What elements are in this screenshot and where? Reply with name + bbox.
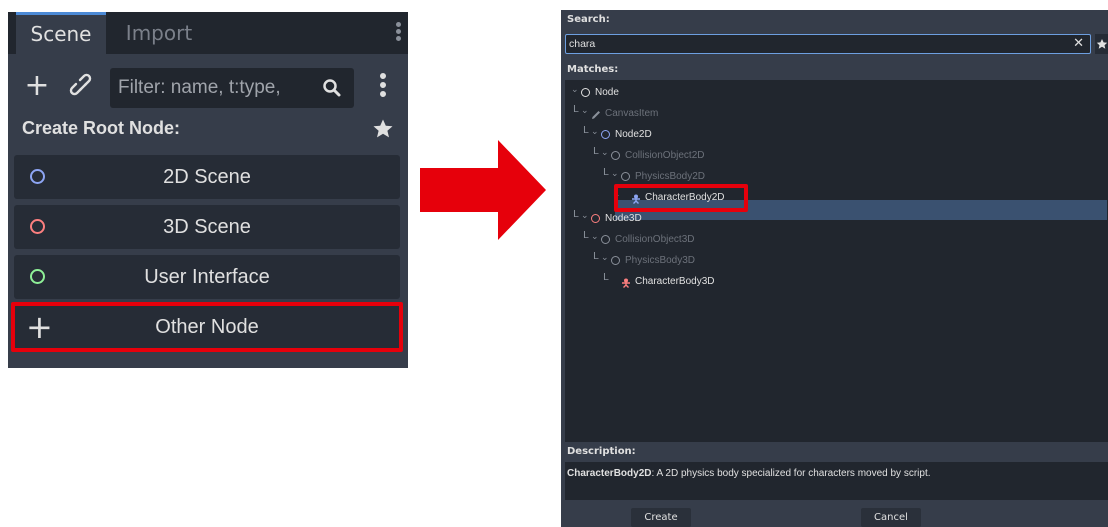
create-button[interactable]: Create — [631, 508, 691, 527]
add-node-button[interactable]: + — [22, 70, 52, 104]
tree-guide-line: L — [603, 272, 609, 283]
dock-tab-bar: Scene Import — [8, 12, 408, 54]
search-label: Search: — [567, 14, 610, 25]
tree-item-physicsbody2d[interactable]: L ⌄ PhysicsBody2D — [565, 167, 1105, 187]
tree-guide-line: L — [573, 104, 579, 115]
description-node-name: CharacterBody2D — [567, 468, 652, 479]
favorites-star-icon[interactable] — [372, 118, 394, 140]
tree-item-node3d[interactable]: L ⌄ Node3D — [565, 209, 1105, 229]
tree-item-label: Node2D — [615, 129, 652, 140]
character-body-icon — [631, 192, 641, 204]
search-field[interactable]: ✕ — [565, 34, 1091, 54]
description-label: Description: — [567, 446, 636, 457]
node-circle-icon — [621, 172, 630, 181]
tree-item-label: Node — [595, 87, 619, 98]
tree-guide-line: L — [593, 251, 599, 262]
tree-item-node[interactable]: ⌄ Node — [565, 83, 1105, 103]
tree-item-canvasitem[interactable]: L ⌄ CanvasItem — [565, 104, 1105, 124]
scene-toolbar: + — [8, 64, 408, 110]
right-arrow-icon — [420, 140, 546, 240]
clear-icon[interactable]: ✕ — [1073, 36, 1084, 52]
3d-scene-button[interactable]: 3D Scene — [14, 205, 400, 249]
chevron-down-icon[interactable]: ⌄ — [601, 143, 609, 163]
create-root-node-label: Create Root Node: — [22, 118, 181, 138]
chevron-down-icon[interactable]: ⌄ — [591, 122, 599, 142]
pencil-icon — [591, 108, 601, 119]
tree-item-label: CollisionObject3D — [615, 234, 695, 245]
tree-item-label: CharacterBody3D — [635, 276, 715, 287]
chevron-down-icon[interactable]: ⌄ — [601, 248, 609, 268]
scene-dock: Scene Import + Filter: name, t:type, Cre… — [8, 12, 408, 368]
character-body-icon — [621, 276, 631, 288]
matches-label: Matches: — [567, 64, 619, 75]
tree-guide-line: L — [613, 188, 619, 199]
node-tree: ⌄ Node L ⌄ CanvasItem L ⌄ Node2D L ⌄ CollisionObje… — [565, 80, 1108, 442]
create-node-dialog: Search: ✕ Matches: ⌄NodeL⌄CanvasItemL⌄No… — [561, 10, 1108, 527]
other-node-label: Other Node — [155, 316, 259, 338]
cancel-button[interactable]: Cancel — [861, 508, 921, 527]
tree-item-label: PhysicsBody2D — [635, 171, 706, 182]
chevron-down-icon[interactable]: ⌄ — [581, 206, 589, 226]
other-node-button[interactable]: + Other Node — [14, 305, 400, 349]
link-icon[interactable] — [68, 72, 98, 102]
node-circle-icon — [601, 235, 610, 244]
chevron-down-icon[interactable]: ⌄ — [571, 80, 579, 100]
scene-menu-icon[interactable] — [378, 70, 388, 104]
tree-item-label: CanvasItem — [605, 108, 659, 119]
node-circle-icon — [601, 130, 610, 139]
2d-scene-label: 2D Scene — [163, 166, 251, 188]
description-body: : A 2D physics body specialized for char… — [651, 468, 931, 479]
tree-item-label: Node3D — [605, 213, 642, 224]
chevron-down-icon[interactable]: ⌄ — [611, 164, 619, 184]
tree-item-node2d[interactable]: L ⌄ Node2D — [565, 125, 1105, 145]
filter-input[interactable] — [118, 68, 308, 108]
search-icon — [322, 78, 342, 98]
favorite-star-icon[interactable] — [1095, 34, 1108, 54]
tree-guide-line: L — [583, 125, 589, 136]
tab-scene[interactable]: Scene — [16, 12, 106, 54]
tree-item-characterbody3d[interactable]: L CharacterBody3D — [565, 272, 1105, 292]
description-panel: CharacterBody2D: A 2D physics body speci… — [565, 462, 1108, 500]
description-text: CharacterBody2D: A 2D physics body speci… — [567, 468, 931, 479]
tab-import[interactable]: Import — [114, 12, 204, 54]
tree-item-label: CharacterBody2D — [645, 192, 725, 203]
tree-guide-line: L — [583, 230, 589, 241]
tree-item-label: CollisionObject2D — [625, 150, 705, 161]
search-input[interactable] — [569, 35, 1049, 53]
dock-menu-icon[interactable] — [394, 20, 402, 46]
node-circle-icon — [611, 151, 620, 160]
node-circle-icon — [591, 214, 600, 223]
user-interface-label: User Interface — [144, 266, 270, 288]
2d-scene-button[interactable]: 2D Scene — [14, 155, 400, 199]
3d-scene-label: 3D Scene — [163, 216, 251, 238]
tree-guide-line: L — [593, 146, 599, 157]
tree-item-label: PhysicsBody3D — [625, 255, 696, 266]
tree-item-physicsbody3d[interactable]: L ⌄ PhysicsBody3D — [565, 251, 1105, 271]
user-interface-button[interactable]: User Interface — [14, 255, 400, 299]
tree-item-collisionobject3d[interactable]: L ⌄ CollisionObject3D — [565, 230, 1105, 250]
node-circle-icon — [611, 256, 620, 265]
chevron-down-icon[interactable]: ⌄ — [581, 101, 589, 121]
tree-guide-line: L — [603, 167, 609, 178]
chevron-down-icon[interactable]: ⌄ — [591, 227, 599, 247]
tree-item-collisionobject2d[interactable]: L ⌄ CollisionObject2D — [565, 146, 1105, 166]
tree-guide-line: L — [573, 209, 579, 220]
tree-item-characterbody2d[interactable]: L CharacterBody2D — [565, 188, 1105, 208]
filter-field[interactable] — [110, 68, 354, 108]
node-circle-icon — [581, 88, 590, 97]
